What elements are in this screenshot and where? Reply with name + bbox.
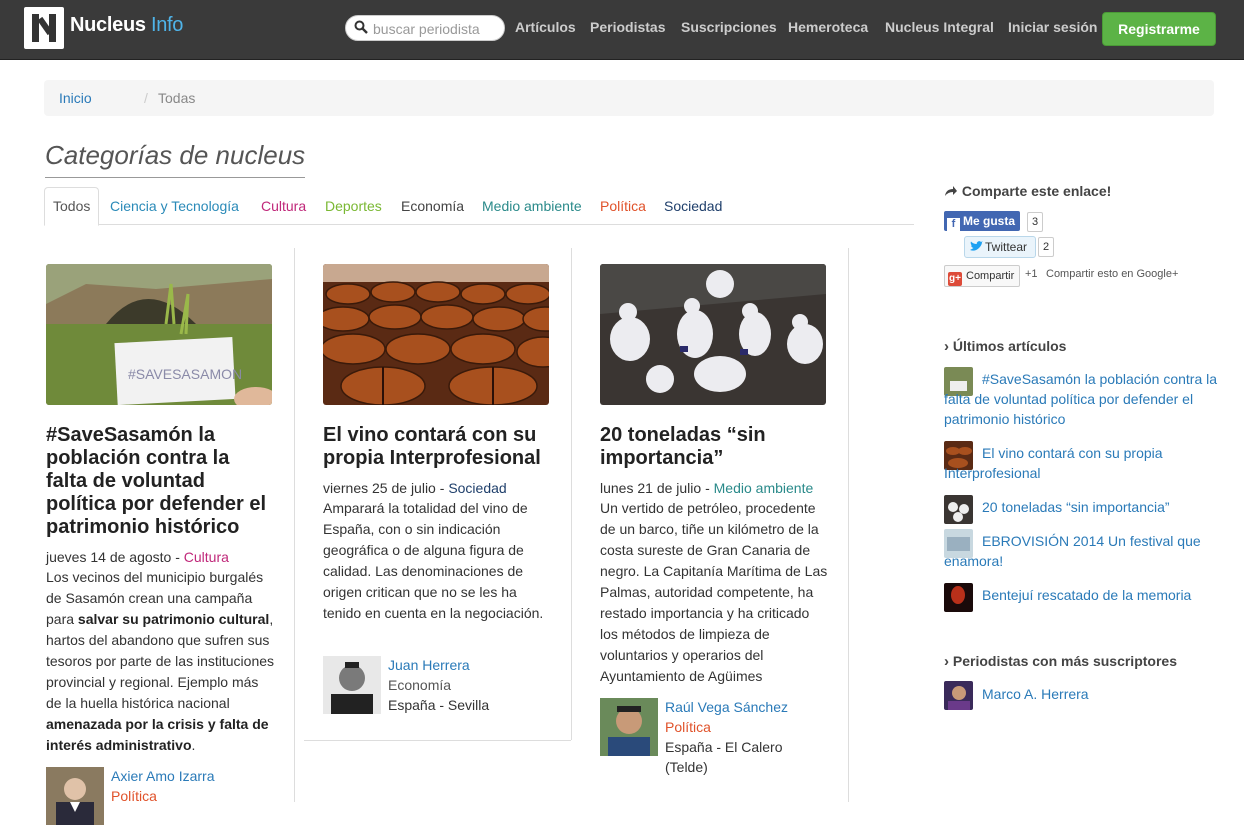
summary-text: . — [191, 737, 196, 753]
article-image-wine-barrels[interactable] — [323, 264, 549, 405]
article-image-sasamon[interactable]: #SAVESASAMON — [46, 264, 272, 405]
article-category-link[interactable]: Sociedad — [448, 480, 506, 496]
facebook-icon: f — [947, 218, 960, 231]
tab-sociedad[interactable]: Sociedad — [664, 188, 722, 224]
breadcrumb-separator: / — [144, 90, 148, 106]
nucleus-logo-icon[interactable] — [24, 7, 64, 49]
chevron-right-icon: › — [944, 653, 949, 670]
author-category: Economía — [388, 677, 452, 693]
article-summary: Un vertido de petróleo, procedente de un… — [600, 500, 828, 684]
tab-medio-ambiente[interactable]: Medio ambiente — [482, 188, 582, 224]
search-input[interactable] — [371, 18, 503, 40]
top-navbar: Nucleus Info Artículos Periodistas Suscr… — [0, 0, 1244, 60]
top-journalists-heading-text: Periodistas con más suscriptores — [952, 653, 1177, 669]
share-heading-text: Comparte este enlace! — [961, 183, 1112, 199]
google-share-button[interactable]: g+ Compartir — [944, 265, 1020, 287]
tweet-label: Twittear — [985, 240, 1028, 254]
tab-deportes[interactable]: Deportes — [325, 188, 382, 224]
article-title[interactable]: 20 toneladas “sin importancia” — [600, 424, 828, 470]
brand-name[interactable]: Nucleus Info — [70, 14, 183, 37]
meta-separator: - — [435, 480, 449, 496]
nav-periodistas[interactable]: Periodistas — [590, 19, 665, 35]
google-share-text: Compartir esto en Google+ — [1046, 268, 1179, 280]
summary-bold: amenazada por la crisis y falta de inter… — [46, 716, 269, 753]
column-divider — [294, 248, 295, 802]
column-divider — [571, 248, 572, 740]
facebook-like-button[interactable]: f Me gusta — [944, 211, 1020, 231]
column-divider — [848, 248, 849, 802]
author-name[interactable]: Raúl Vega Sánchez — [665, 699, 788, 715]
author-avatar[interactable] — [323, 656, 381, 714]
latest-thumb[interactable] — [944, 583, 973, 612]
article-date: lunes 21 de julio — [600, 480, 702, 496]
journalist-link[interactable]: Marco A. Herrera — [982, 684, 1089, 704]
share-heading: Comparte este enlace! — [944, 183, 1111, 199]
author-location: España - Sevilla — [388, 697, 490, 713]
tweet-count: 2 — [1038, 237, 1055, 257]
latest-articles-heading-text: Últimos artículos — [952, 338, 1067, 354]
card-bottom-border — [304, 740, 571, 741]
search-icon — [354, 20, 368, 34]
nav-articulos[interactable]: Artículos — [515, 19, 576, 35]
latest-article-link[interactable]: Bentejuí rescatado de la memoria — [982, 585, 1222, 605]
article-date: jueves 14 de agosto — [46, 549, 172, 565]
article-meta: jueves 14 de agosto - Cultura — [46, 549, 229, 565]
share-arrow-icon — [945, 186, 957, 196]
author-name[interactable]: Axier Amo Izarra — [111, 768, 214, 784]
article-category-link[interactable]: Cultura — [184, 549, 229, 565]
latest-article-link[interactable]: #SaveSasamón la población contra la falt… — [944, 369, 1219, 429]
breadcrumb: Inicio / Todas — [44, 80, 1214, 116]
author-avatar[interactable] — [600, 698, 658, 756]
author-location: España - El Calero (Telde) — [665, 739, 783, 775]
tab-ciencia-tecnologia[interactable]: Ciencia y Tecnología — [110, 188, 239, 224]
article-title[interactable]: #SaveSasamón la población contra la falt… — [46, 424, 274, 539]
register-button[interactable]: Registrarme — [1102, 12, 1216, 46]
brand-name-part1: Nucleus — [70, 14, 146, 36]
summary-bold: salvar su patrimonio cultural — [77, 611, 270, 627]
twitter-icon — [970, 241, 983, 251]
article-summary: Los vecinos del municipio burgalés de Sa… — [46, 567, 274, 756]
article-meta: lunes 21 de julio - Medio ambiente — [600, 480, 813, 496]
breadcrumb-home-link[interactable]: Inicio — [59, 80, 92, 116]
journalist-search — [345, 15, 505, 41]
tab-economia[interactable]: Economía — [401, 188, 464, 224]
tab-todos[interactable]: Todos — [44, 187, 100, 226]
latest-thumb[interactable] — [944, 495, 973, 524]
nav-login[interactable]: Iniciar sesión — [1008, 19, 1097, 35]
chevron-right-icon: › — [944, 338, 949, 355]
tweet-button[interactable]: Twittear — [964, 236, 1036, 258]
google-plus-icon: g+ — [948, 272, 962, 286]
savesasamon-sign-text: #SAVESASAMON — [128, 366, 242, 382]
author-avatar[interactable] — [46, 767, 104, 825]
brand-name-part2: Info — [150, 14, 184, 36]
tab-politica[interactable]: Política — [600, 188, 646, 224]
article-summary: Amparará la totalidad del vino de España… — [323, 500, 544, 621]
nav-nucleus-integral[interactable]: Nucleus Integral — [885, 19, 994, 35]
author-category: Política — [665, 719, 711, 735]
page-title: Categorías de nucleus — [45, 140, 306, 178]
top-journalists-heading: › Periodistas con más suscriptores — [944, 653, 1177, 670]
breadcrumb-current: Todas — [158, 90, 196, 106]
article-meta: viernes 25 de julio - Sociedad — [323, 480, 507, 496]
tab-cultura[interactable]: Cultura — [261, 188, 306, 224]
google-plus-one: +1 — [1025, 268, 1038, 280]
latest-article-link[interactable]: EBROVISIÓN 2014 Un festival que enamora! — [944, 531, 1219, 571]
facebook-like-label: Me gusta — [963, 214, 1016, 228]
tabs-baseline — [44, 224, 914, 225]
nav-hemeroteca[interactable]: Hemeroteca — [788, 19, 868, 35]
latest-article-link[interactable]: 20 toneladas “sin importancia” — [982, 497, 1222, 517]
latest-article-link[interactable]: El vino contará con su propia Interprofe… — [944, 443, 1219, 483]
latest-articles-heading: › Últimos artículos — [944, 338, 1066, 355]
journalist-thumb[interactable] — [944, 681, 973, 710]
meta-separator: - — [701, 480, 714, 496]
facebook-like-count: 3 — [1027, 212, 1044, 232]
nav-suscripciones[interactable]: Suscripciones — [681, 19, 777, 35]
meta-separator: - — [171, 549, 184, 565]
article-category-link[interactable]: Medio ambiente — [714, 480, 814, 496]
article-title[interactable]: El vino contará con su propia Interprofe… — [323, 424, 551, 470]
article-date: viernes 25 de julio — [323, 480, 436, 496]
author-name[interactable]: Juan Herrera — [388, 657, 470, 673]
google-share-label: Compartir — [966, 270, 1015, 282]
article-image-oil-spill[interactable] — [600, 264, 826, 405]
